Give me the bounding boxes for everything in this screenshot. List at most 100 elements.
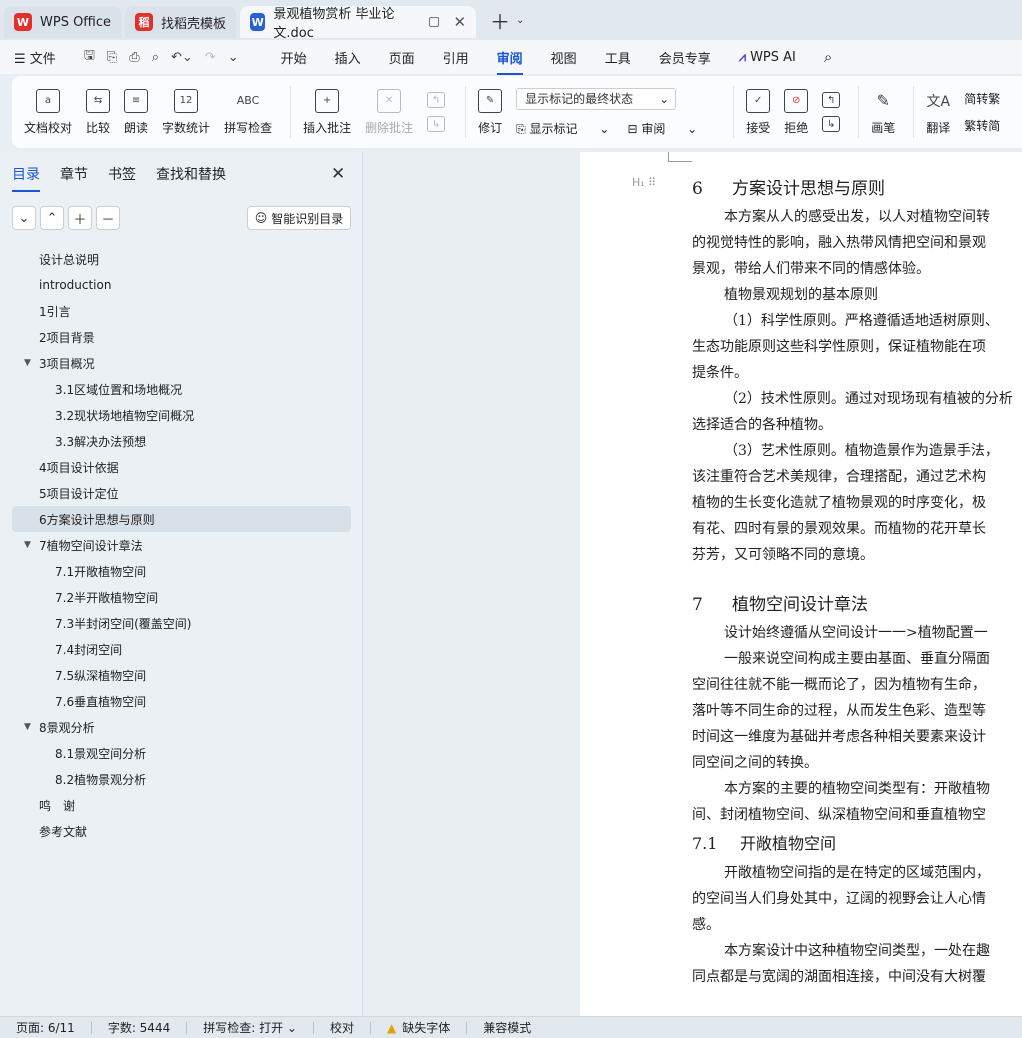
simp-to-trad-button[interactable]: 简转繁 [964,90,1000,107]
tab-sections[interactable]: 章节 [60,164,88,184]
toc-item-label: 5项目设计定位 [39,486,119,501]
add-level-button[interactable]: ＋ [68,206,92,230]
print-preview-icon[interactable]: ⌕ [152,50,159,65]
document-line: （2）技术性原则。通过对现场现有植被的分析 [724,391,1013,407]
tab-wps-office[interactable]: W WPS Office [4,6,122,38]
document-page[interactable]: H₁ ⠿ 6 方案设计思想与原则 本方案从人的感受出发，以人对植物空间转 的视觉特性… [580,152,1022,1016]
chevron-down-icon[interactable]: ⌄ [516,15,524,26]
toc-item[interactable]: 参考文献 [12,818,351,844]
pen-button[interactable]: ✎ 画笔 [867,80,899,144]
redo-icon[interactable]: ↷ [205,50,216,65]
page-corner-mark [668,152,692,162]
expand-triangle-icon[interactable]: ▼ [24,358,31,368]
toc-item-label: 3.2现状场地植物空间概况 [55,408,195,423]
writer-logo-icon: W [250,13,266,31]
word-count-button[interactable]: 12 字数统计 [158,80,214,144]
menu-tools[interactable]: 工具 [605,48,631,67]
toc-item[interactable]: 8.2植物景观分析 [12,766,351,792]
trad-to-simp-button[interactable]: 繁转简 [964,117,1000,134]
menu-page[interactable]: 页面 [389,48,415,67]
read-aloud-icon: ≡ [124,88,149,113]
toc-item[interactable]: ▼ 8景观分析 [12,714,351,740]
menu-reference[interactable]: 引用 [443,48,469,67]
save-icon[interactable]: 🖫 [84,46,95,68]
toc-item[interactable]: 7.3半封闭空间(覆盖空间) [12,610,351,636]
search-icon[interactable]: ⌕ [824,48,832,66]
toc-item[interactable]: 设计总说明 [12,246,351,272]
wps-ai-button[interactable]: ⩘ WPS AI [739,50,796,65]
tab-find-replace[interactable]: 查找和替换 [156,164,226,184]
menu-insert[interactable]: 插入 [335,48,361,67]
comment-nav-buttons[interactable]: ↰ ↳ [423,80,449,144]
insert-comment-button[interactable]: + 插入批注 [299,80,355,144]
window-mode-icon[interactable] [428,17,440,27]
spell-check-indicator[interactable]: 拼写检查: 打开 ⌄ [203,1019,297,1036]
menu-view[interactable]: 视图 [551,48,577,67]
undo-icon[interactable]: ↶⌄ [171,50,193,65]
toc-item[interactable]: introduction [12,272,351,298]
pen-icon: ✎ [876,91,890,110]
read-aloud-button[interactable]: ≡ 朗读 [120,80,152,144]
heading-handle-icon[interactable]: H₁ ⠿ [632,176,656,189]
toc-item-selected[interactable]: 6方案设计思想与原则 [12,506,351,532]
reject-button[interactable]: ⊘ 拒绝 [780,80,812,144]
menu-review[interactable]: 审阅 [496,48,523,75]
tab-bookmarks[interactable]: 书签 [108,164,136,184]
toc-item[interactable]: 7.6垂直植物空间 [12,688,351,714]
toc-item[interactable]: 1引言 [12,298,351,324]
smart-toc-button[interactable]: ☺ 智能识别目录 [247,206,351,230]
toc-item[interactable]: 7.1开敞植物空间 [12,558,351,584]
expand-triangle-icon[interactable]: ▼ [24,722,31,732]
expand-up-button[interactable]: ⌃ [40,206,64,230]
new-tab-icon[interactable]: ＋ [490,6,510,35]
export-icon[interactable]: ⎘ [107,50,117,65]
toc-item[interactable]: 2项目背景 [12,324,351,350]
doc-proof-button[interactable]: a 文档校对 [20,80,76,144]
print-icon[interactable]: ⎙ [129,50,139,65]
missing-font-indicator[interactable]: ▲ 缺失字体 [387,1019,450,1036]
more-chevron-icon[interactable]: ⌄ [228,50,239,65]
tab-document[interactable]: W 景观植物赏析 毕业论文.doc ✕ [240,6,477,41]
toc-item[interactable]: 4项目设计依据 [12,454,351,480]
track-changes-button[interactable]: ✎ 修订 [474,80,506,144]
markup-view-select[interactable]: 显示标记的最终状态 ⌄ [516,87,677,110]
tab-toc[interactable]: 目录 [12,164,40,192]
close-tab-icon[interactable]: ✕ [453,13,466,31]
toc-item[interactable]: 3.3解决办法预想 [12,428,351,454]
close-panel-icon[interactable]: ✕ [331,164,345,184]
page-indicator[interactable]: 页面: 6/11 [16,1019,75,1036]
toc-item-label: 4项目设计依据 [39,460,119,475]
tab-docer-templates[interactable]: 稻 找稻壳模板 [125,6,237,38]
compare-button[interactable]: ⇆ 比较 [82,80,114,144]
reject-icon: ⊘ [784,88,809,113]
toc-item[interactable]: 5项目设计定位 [12,480,351,506]
toc-item[interactable]: 3.1区域位置和场地概况 [12,376,351,402]
menu-start[interactable]: 开始 [281,48,307,67]
remove-level-button[interactable]: － [96,206,120,230]
toc-item[interactable]: 7.4封闭空间 [12,636,351,662]
status-divider [90,1021,92,1034]
change-nav-buttons[interactable]: ↰ ↳ [818,80,844,144]
collapse-down-button[interactable]: ⌄ [12,206,36,230]
document-line: 空间往往就不能一概而论了，因为植物有生命， [692,677,986,693]
delete-comment-button[interactable]: ✕ 删除批注 [361,80,417,144]
toc-item[interactable]: 8.1景观空间分析 [12,740,351,766]
file-menu[interactable]: ☰ 文件 [14,48,56,67]
toc-item[interactable]: 7.2半开敞植物空间 [12,584,351,610]
toc-item-label: 7.3半封闭空间(覆盖空间) [55,616,192,631]
toc-item[interactable]: 7.5纵深植物空间 [12,662,351,688]
accept-button[interactable]: ✓ 接受 [742,80,774,144]
expand-triangle-icon[interactable]: ▼ [24,540,31,550]
word-count-indicator[interactable]: 字数: 5444 [108,1019,170,1036]
translate-button[interactable]: 文A 翻译 [922,80,954,144]
wps-ai-label: WPS AI [750,49,796,65]
toc-item[interactable]: 3.2现状场地植物空间概况 [12,402,351,428]
menu-member[interactable]: 会员专享 [659,48,711,67]
proof-indicator[interactable]: 校对 [330,1019,354,1036]
show-markup-button[interactable]: ⎘ 显示标记 ⌄ [516,120,609,137]
toc-item[interactable]: ▼ 3项目概况 [12,350,351,376]
toc-item[interactable]: 鸣 谢 [12,792,351,818]
toc-item[interactable]: ▼ 7植物空间设计章法 [12,532,351,558]
review-pane-button[interactable]: ⊟ 审阅 ⌄ [627,120,697,137]
spell-check-button[interactable]: ABC 拼写检查 [220,80,276,144]
